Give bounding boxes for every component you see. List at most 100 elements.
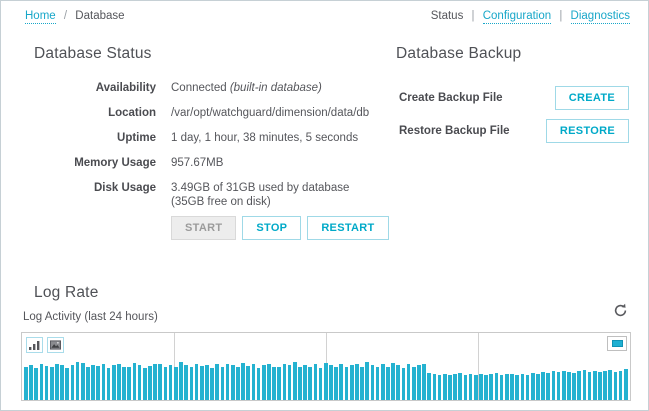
log-bar [111, 365, 116, 400]
row-label: Uptime [117, 132, 156, 144]
log-bar [618, 370, 623, 400]
log-bar [546, 373, 551, 400]
row-value: /var/opt/watchguard/dimension/data/db [171, 107, 370, 119]
refresh-icon[interactable] [613, 303, 628, 318]
log-bar [613, 371, 618, 400]
log-bar [339, 364, 344, 400]
log-bars [23, 346, 629, 400]
log-bar [525, 374, 530, 400]
stop-button[interactable]: STOP [242, 216, 302, 240]
log-bar [251, 364, 256, 400]
log-bar [484, 375, 488, 400]
log-bar [344, 367, 349, 400]
log-bar [541, 371, 545, 400]
database-backup-table: Create Backup File CREATE Restore Backup… [399, 85, 629, 151]
log-bar [598, 372, 602, 400]
log-bar [292, 362, 297, 400]
log-bar [608, 369, 613, 400]
log-bar [572, 373, 576, 400]
row-label: Location [108, 107, 156, 119]
database-control-buttons: START STOP RESTART [171, 216, 389, 240]
log-bar [551, 371, 556, 400]
breadcrumb-home-link[interactable]: Home [25, 10, 56, 24]
row-label: Availability [95, 82, 156, 94]
nav-item-status[interactable]: Status [431, 10, 464, 22]
restart-button[interactable]: RESTART [307, 216, 389, 240]
log-bar [489, 374, 494, 400]
image-export-icon[interactable] [47, 337, 64, 353]
log-bar [567, 371, 571, 400]
breadcrumb-current: Database [75, 10, 125, 22]
log-bar [205, 365, 209, 400]
log-bar [272, 366, 276, 400]
status-row-uptime: Uptime 1 day, 1 hour, 38 minutes, 5 seco… [21, 131, 381, 145]
log-bar [60, 365, 64, 400]
log-bar [582, 370, 587, 400]
row-label: Create Backup File [399, 92, 503, 104]
log-bar [520, 373, 525, 400]
nav-item-diagnostics[interactable]: Diagnostics [570, 10, 630, 24]
status-row-availability: Availability Connected (built-in databas… [21, 81, 381, 95]
availability-note: (built-in database) [229, 82, 322, 94]
row-label: Restore Backup File [399, 125, 510, 137]
log-bar [24, 366, 28, 400]
restore-backup-button[interactable]: RESTORE [545, 119, 629, 143]
log-bar [380, 364, 385, 400]
log-bar [355, 363, 359, 400]
log-bar [510, 374, 514, 400]
log-bar [427, 373, 432, 400]
log-bar [179, 361, 183, 400]
backup-row-create: Create Backup File CREATE [399, 85, 629, 111]
log-bar [592, 370, 597, 400]
log-bar [515, 375, 519, 400]
status-row-memory-usage: Memory Usage 957.67MB [21, 156, 381, 170]
log-bar [499, 374, 504, 400]
bar-chart-icon[interactable] [26, 337, 43, 353]
log-bar [313, 364, 318, 400]
row-value: 3.49GB of 31GB used by database (35GB fr… [171, 182, 350, 208]
log-bar [623, 368, 628, 400]
log-bar [417, 365, 421, 400]
log-bar [577, 371, 582, 400]
log-bar [96, 365, 101, 400]
breadcrumb: Home / Database [25, 10, 125, 24]
row-label: Disk Usage [93, 182, 156, 194]
log-bar [401, 367, 406, 400]
log-bar [65, 367, 70, 400]
overview-toggle-icon[interactable] [607, 336, 627, 351]
start-button[interactable]: START [171, 216, 237, 240]
log-bar [282, 364, 287, 400]
top-nav: Status | Configuration | Diagnostics [431, 10, 630, 24]
log-bar [163, 367, 168, 400]
log-bar [44, 365, 49, 400]
log-bar [277, 367, 282, 400]
log-bar [91, 365, 95, 400]
log-bar [148, 365, 152, 400]
log-bar [298, 367, 302, 400]
log-bar [587, 371, 592, 400]
nav-item-configuration[interactable]: Configuration [482, 10, 552, 24]
create-backup-button[interactable]: CREATE [554, 86, 629, 110]
log-bar [230, 365, 235, 400]
row-value: Connected (built-in database) [171, 82, 322, 94]
log-bar [391, 363, 395, 400]
log-bar [220, 366, 225, 400]
nav-divider: | [559, 10, 563, 22]
log-bar [101, 364, 106, 400]
log-bar [318, 367, 323, 400]
log-bar [479, 373, 483, 400]
log-bar [241, 362, 245, 400]
log-bar [468, 374, 473, 400]
log-bar [80, 363, 85, 400]
log-rate-title: Log Rate [34, 284, 99, 301]
log-bar [453, 374, 457, 400]
log-bar [561, 370, 566, 400]
log-bar [287, 365, 292, 400]
log-bar [117, 364, 121, 400]
log-bar [132, 362, 137, 400]
log-bar [432, 374, 437, 400]
log-bar [334, 366, 338, 400]
log-bar [536, 374, 540, 400]
log-activity-chart[interactable] [21, 332, 631, 401]
log-bar [261, 365, 266, 400]
